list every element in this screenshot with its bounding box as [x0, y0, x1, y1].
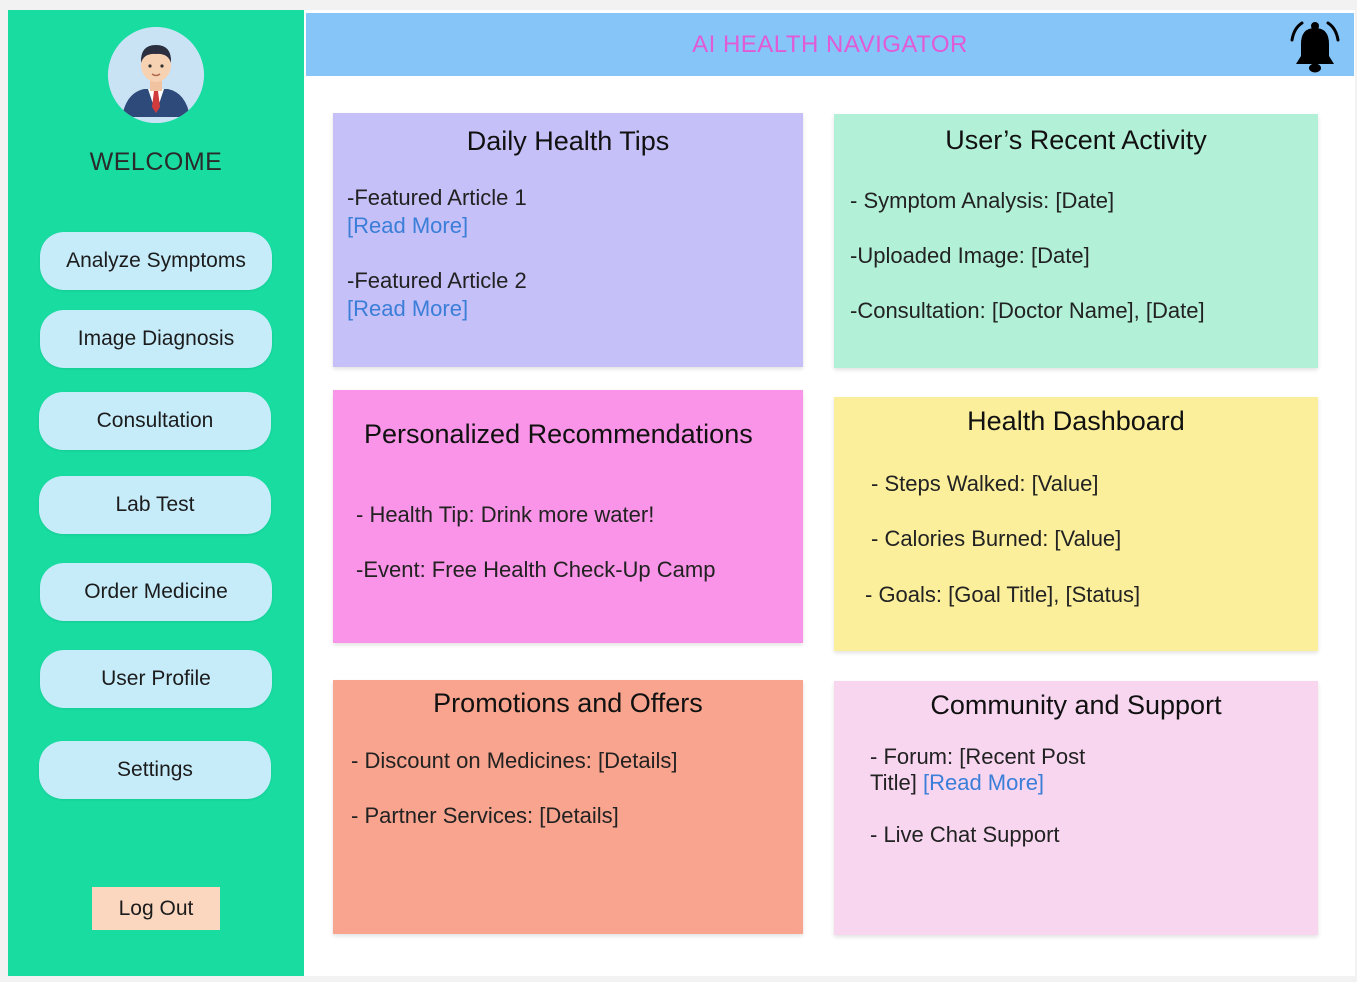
activity-item: - Symptom Analysis: [Date] [850, 188, 1115, 213]
promotions-offers-card: Promotions and Offers - Discount on Medi… [333, 680, 803, 934]
live-chat-support-link[interactable]: - Live Chat Support [870, 822, 1060, 848]
forum-title-text: Title] [870, 770, 917, 795]
forum-line: - Forum: [Recent Post [870, 744, 1086, 769]
promotion-item: - Partner Services: [Details] [351, 803, 619, 828]
community-support-card: Community and Support - Forum: [Recent P… [834, 681, 1318, 935]
user-avatar-icon[interactable] [108, 27, 204, 123]
read-more-link-2[interactable]: [Read More] [347, 296, 468, 322]
forum-line-continued: Title] [Read More] [870, 770, 1044, 796]
card-title: Health Dashboard [967, 406, 1185, 436]
recent-activity-card: User’s Recent Activity - Symptom Analysi… [834, 114, 1318, 368]
read-more-link-1[interactable]: [Read More] [347, 213, 468, 239]
bell-icon[interactable] [1290, 20, 1340, 74]
dashboard-item: - Goals: [Goal Title], [Status] [865, 582, 1141, 607]
log-out-button[interactable]: Log Out [92, 887, 220, 930]
activity-item: -Consultation: [Doctor Name], [Date] [850, 298, 1205, 323]
app-title: AI HEALTH NAVIGATOR [692, 30, 968, 58]
settings-button[interactable]: Settings [39, 741, 271, 799]
analyze-symptoms-button[interactable]: Analyze Symptoms [40, 232, 272, 290]
order-medicine-button[interactable]: Order Medicine [40, 563, 272, 621]
dashboard-item: - Steps Walked: [Value] [871, 471, 1099, 496]
promotion-item: - Discount on Medicines: [Details] [351, 748, 678, 773]
recommendation-item: -Event: Free Health Check-Up Camp [356, 557, 716, 582]
card-title: Personalized Recommendations [364, 419, 753, 449]
card-title: Promotions and Offers [433, 688, 703, 718]
recommendation-item: - Health Tip: Drink more water! [356, 502, 655, 527]
daily-health-tips-card: Daily Health Tips -Featured Article 1 [R… [333, 113, 803, 367]
card-title: User’s Recent Activity [945, 125, 1207, 155]
consultation-button[interactable]: Consultation [39, 392, 271, 450]
featured-article-2: -Featured Article 2 [347, 268, 527, 293]
user-profile-button[interactable]: User Profile [40, 650, 272, 708]
personalized-recommendations-card: Personalized Recommendations - Health Ti… [333, 390, 803, 643]
lab-test-button[interactable]: Lab Test [39, 476, 271, 534]
card-title: Community and Support [930, 690, 1222, 720]
read-more-link-forum[interactable]: [Read More] [923, 770, 1044, 795]
dashboard-item: - Calories Burned: [Value] [871, 526, 1122, 551]
card-title: Daily Health Tips [466, 126, 670, 156]
header-bar: AI HEALTH NAVIGATOR [306, 13, 1354, 76]
featured-article-1: -Featured Article 1 [347, 185, 527, 210]
welcome-label: WELCOME [89, 148, 223, 176]
activity-item: -Uploaded Image: [Date] [850, 243, 1090, 268]
health-dashboard-card: Health Dashboard - Steps Walked: [Value]… [834, 397, 1318, 651]
image-diagnosis-button[interactable]: Image Diagnosis [40, 310, 272, 368]
